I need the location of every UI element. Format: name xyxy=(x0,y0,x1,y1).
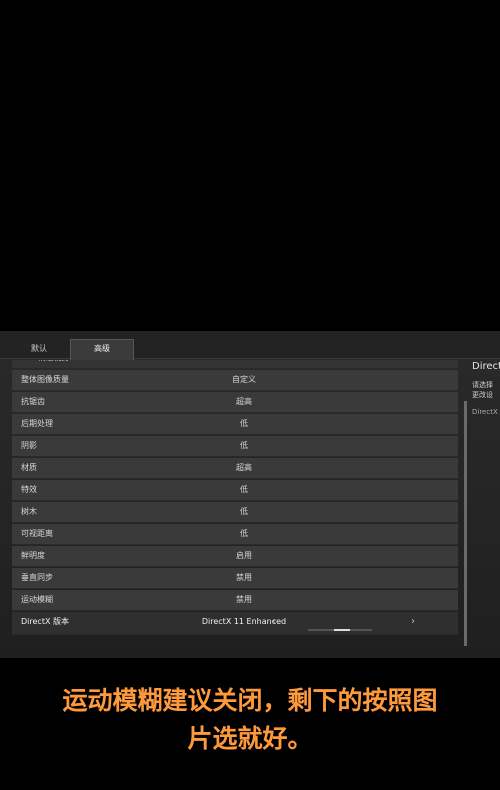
info-description-line: 更改设 xyxy=(472,391,493,399)
setting-value: 禁用 xyxy=(236,595,252,604)
setting-label: 阴影 xyxy=(21,441,37,450)
setting-label: DirectX 版本 xyxy=(21,617,69,626)
fov-value: 95 xyxy=(414,360,423,368)
setting-row-overall-quality[interactable]: 整体图像质量 自定义 xyxy=(12,370,458,391)
screen: 默认 高级 FPP 精准视野 95 整体图像质量 自定义 抗锯齿 超高 后期处理… xyxy=(0,0,500,790)
setting-label: 可视距离 xyxy=(21,529,53,538)
settings-scrollbar[interactable] xyxy=(464,401,467,646)
setting-row-textures[interactable]: 材质 超高 xyxy=(12,458,458,479)
setting-value: 超高 xyxy=(236,463,252,472)
setting-row-view-distance[interactable]: 可视距离 低 xyxy=(12,524,458,545)
setting-row-motion-blur[interactable]: 运动模糊 禁用 xyxy=(12,590,458,611)
chevron-right-icon[interactable]: › xyxy=(411,612,415,632)
setting-value: 低 xyxy=(240,507,248,516)
info-title: Direct xyxy=(472,361,500,372)
setting-value: 超高 xyxy=(236,397,252,406)
setting-label: 树木 xyxy=(21,507,37,516)
setting-value: 自定义 xyxy=(232,375,256,384)
tab-default[interactable]: 默认 xyxy=(10,340,68,358)
setting-label: 材质 xyxy=(21,463,37,472)
setting-value: 禁用 xyxy=(236,573,252,582)
setting-row-fov[interactable]: FPP 精准视野 95 xyxy=(12,360,458,369)
caption-line: 运动模糊建议关闭，剩下的按照图 xyxy=(62,686,438,715)
setting-label: 后期处理 xyxy=(21,419,53,428)
settings-tabs: 默认 高级 xyxy=(0,331,500,360)
info-subtext: DirectX xyxy=(472,408,498,416)
setting-value: 低 xyxy=(240,441,248,450)
graphics-settings-panel: 默认 高级 FPP 精准视野 95 整体图像质量 自定义 抗锯齿 超高 后期处理… xyxy=(0,331,500,658)
setting-row-directx[interactable]: DirectX 版本 ‹ DirectX 11 Enhanced › xyxy=(12,612,458,635)
setting-info-panel: Direct 请选择 更改设 DirectX xyxy=(472,361,500,461)
setting-label: 运动模糊 xyxy=(21,595,53,604)
setting-row-effects[interactable]: 特效 低 xyxy=(12,480,458,501)
info-description: 请选择 更改设 xyxy=(472,380,500,400)
setting-value: 低 xyxy=(240,529,248,538)
option-indicator xyxy=(308,629,372,631)
video-caption: 运动模糊建议关闭，剩下的按照图 片选就好。 xyxy=(0,682,500,758)
caption-line: 片选就好。 xyxy=(187,724,313,753)
setting-value: 低 xyxy=(240,419,248,428)
settings-list: FPP 精准视野 95 整体图像质量 自定义 抗锯齿 超高 后期处理 低 阴影 … xyxy=(12,360,458,658)
option-indicator-active xyxy=(334,629,350,631)
tab-advanced[interactable]: 高级 xyxy=(70,339,134,360)
setting-label: 鲜明度 xyxy=(21,551,45,560)
setting-row-shadows[interactable]: 阴影 低 xyxy=(12,436,458,457)
setting-label: 抗锯齿 xyxy=(21,397,45,406)
setting-label: FPP 精准视野 xyxy=(21,360,70,368)
setting-row-anti-aliasing[interactable]: 抗锯齿 超高 xyxy=(12,392,458,413)
setting-label: 整体图像质量 xyxy=(21,375,69,384)
setting-label: 特效 xyxy=(21,485,37,494)
setting-value: 低 xyxy=(240,485,248,494)
setting-value: 启用 xyxy=(236,551,252,560)
setting-label: 垂直同步 xyxy=(21,573,53,582)
setting-row-sharpen[interactable]: 鲜明度 启用 xyxy=(12,546,458,567)
setting-row-vsync[interactable]: 垂直同步 禁用 xyxy=(12,568,458,589)
setting-row-post-processing[interactable]: 后期处理 低 xyxy=(12,414,458,435)
setting-row-foliage[interactable]: 树木 低 xyxy=(12,502,458,523)
info-description-line: 请选择 xyxy=(472,381,493,389)
